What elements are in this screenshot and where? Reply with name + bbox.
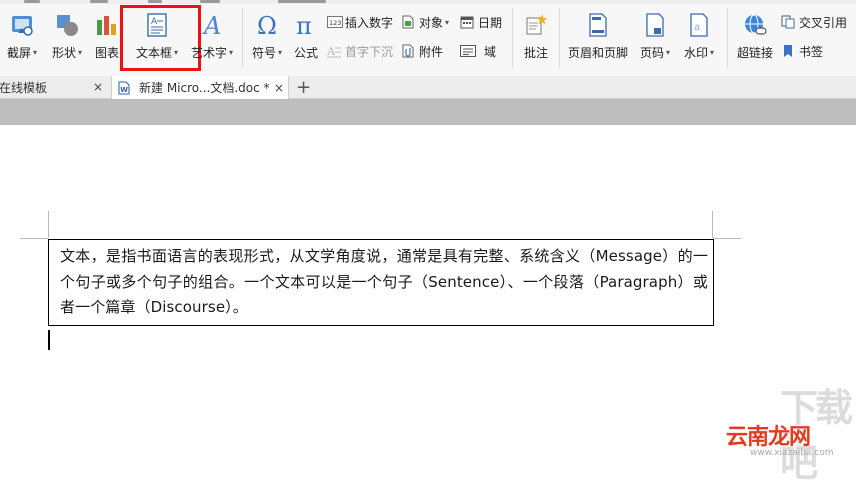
- attachment-label: 附件: [419, 44, 444, 59]
- bookmark-button[interactable]: 书签: [781, 42, 823, 60]
- watermark-button[interactable]: a 水印 ▾: [680, 10, 718, 64]
- tab-label: 在线模板: [0, 80, 48, 95]
- chevron-down-icon: ▾: [229, 48, 234, 57]
- crop-mark: [48, 211, 49, 238]
- cross-reference-icon: [781, 15, 795, 29]
- cross-reference-label: 交叉引用: [799, 15, 848, 30]
- field-button[interactable]: 域: [460, 42, 496, 60]
- date-button[interactable]: 日期: [460, 13, 502, 31]
- object-icon: [401, 15, 415, 29]
- menu-tab-strip-remnant: [0, 0, 856, 4]
- divider: [242, 8, 243, 68]
- header-footer-label: 页眉和页脚: [567, 46, 628, 60]
- wordart-label: 艺术字: [190, 46, 227, 60]
- text-cursor: [48, 330, 50, 350]
- bookmark-label: 书签: [799, 44, 824, 59]
- chart-icon: [94, 12, 120, 38]
- watermark-label: 水印: [683, 46, 708, 60]
- omega-icon: Ω: [254, 12, 280, 40]
- crop-mark: [713, 238, 741, 239]
- textbox-frame[interactable]: 文本，是指书面语言的表现形式，从文学角度说，通常是具有完整、系统含义（Messa…: [48, 239, 714, 326]
- close-icon[interactable]: ×: [93, 80, 103, 94]
- chevron-down-icon: ▾: [710, 48, 715, 57]
- page-number-button[interactable]: 页码 ▾: [636, 10, 674, 64]
- crop-mark: [712, 211, 713, 238]
- comment-button[interactable]: 批注: [518, 10, 554, 64]
- document-icon: W: [117, 81, 131, 95]
- tab-label: 新建 Micro...文档.doc *: [139, 81, 270, 95]
- attachment-icon: [401, 44, 415, 58]
- textbox-content[interactable]: 文本，是指书面语言的表现形式，从文学角度说，通常是具有完整、系统含义（Messa…: [60, 244, 708, 321]
- drop-cap-label: 首字下沉: [345, 44, 394, 59]
- date-label: 日期: [478, 15, 503, 30]
- attachment-button[interactable]: 附件: [401, 42, 443, 60]
- pi-icon: π: [293, 12, 319, 40]
- chevron-down-icon: ▾: [445, 17, 450, 27]
- chevron-down-icon: ▾: [33, 48, 38, 57]
- svg-text:W: W: [120, 86, 128, 94]
- insert-number-label: 插入数字: [345, 15, 394, 30]
- svg-text:π: π: [296, 12, 312, 38]
- svg-text:Ω: Ω: [257, 12, 277, 38]
- drop-cap-icon: A: [326, 44, 341, 58]
- crop-mark: [20, 238, 48, 239]
- header-footer-button[interactable]: 页眉和页脚: [565, 10, 631, 64]
- divider: [559, 8, 560, 68]
- bookmark-icon: [781, 44, 795, 58]
- header-footer-icon: [585, 12, 611, 38]
- site-watermark-url: www.xiazaiba.com: [750, 448, 834, 458]
- globe-link-icon: [742, 12, 768, 38]
- object-button[interactable]: 对象 ▾: [401, 13, 449, 31]
- wordart-button[interactable]: A 艺术字 ▾: [187, 10, 237, 64]
- chart-button[interactable]: 图表: [91, 10, 123, 64]
- page-number-label: 页码: [639, 46, 664, 60]
- divider: [727, 8, 728, 68]
- formula-button[interactable]: π 公式: [291, 10, 321, 64]
- comment-label: 批注: [523, 46, 548, 60]
- insert-number-button[interactable]: 123 插入数字: [327, 13, 393, 31]
- svg-text:A: A: [327, 45, 336, 58]
- cross-reference-button[interactable]: 交叉引用: [781, 13, 847, 31]
- drop-cap-button: A 首字下沉: [326, 42, 394, 60]
- comment-icon: [523, 12, 549, 38]
- symbol-button[interactable]: Ω 符号 ▾: [248, 10, 286, 64]
- svg-text:A: A: [202, 12, 221, 38]
- screenshot-button[interactable]: 截屏 ▾: [3, 10, 41, 64]
- workspace-background: [0, 99, 856, 125]
- hyperlink-label: 超链接: [736, 46, 773, 60]
- field-label: 域: [484, 44, 497, 59]
- symbol-label: 符号: [251, 46, 276, 60]
- svg-text:a: a: [694, 22, 700, 33]
- chart-label: 图表: [94, 46, 119, 60]
- screenshot-label: 截屏: [6, 46, 31, 60]
- wordart-icon: A: [199, 12, 225, 40]
- tab-new-document[interactable]: W 新建 Micro...文档.doc * ×: [111, 76, 289, 99]
- divider: [512, 8, 513, 68]
- chevron-down-icon: ▾: [666, 48, 671, 57]
- shapes-label: 形状: [51, 46, 76, 60]
- calendar-icon: [460, 15, 474, 29]
- shapes-icon: [54, 12, 80, 38]
- hyperlink-button[interactable]: 超链接: [734, 10, 776, 64]
- watermark-icon: a: [686, 12, 712, 38]
- svg-text:123: 123: [329, 19, 341, 27]
- document-tab-bar: 在线模板 × W 新建 Micro...文档.doc * × +: [0, 76, 856, 99]
- object-label: 对象: [419, 15, 444, 30]
- field-icon: [460, 44, 476, 58]
- tab-online-templates[interactable]: 在线模板 ×: [0, 76, 110, 98]
- chevron-down-icon: ▾: [78, 48, 83, 57]
- formula-label: 公式: [293, 46, 318, 60]
- ribbon-insert-toolbar: 截屏 ▾ 形状 ▾ 图表 A 文本框 ▾ A 艺术字 ▾ Ω 符号 ▾ π 公式…: [0, 0, 856, 77]
- chevron-down-icon: ▾: [278, 48, 283, 57]
- page-number-icon: [642, 12, 668, 38]
- new-tab-button[interactable]: +: [296, 76, 316, 98]
- close-icon[interactable]: ×: [274, 81, 284, 95]
- screenshot-icon: [9, 12, 35, 38]
- site-watermark-main: 云南龙网: [726, 425, 811, 450]
- shapes-button[interactable]: 形状 ▾: [48, 10, 86, 64]
- number-icon: 123: [327, 15, 343, 29]
